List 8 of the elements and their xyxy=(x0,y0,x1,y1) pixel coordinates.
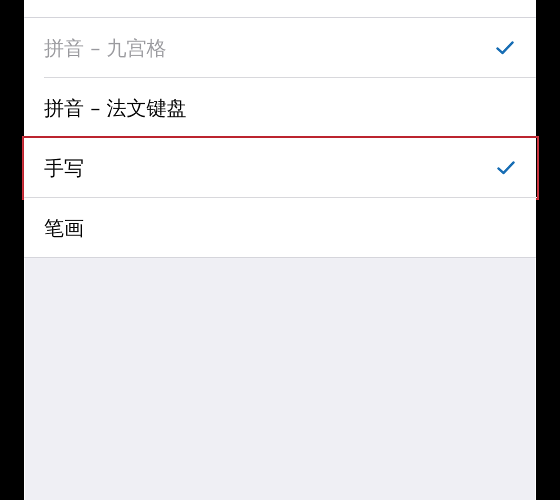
keyboard-option[interactable]: 手写 xyxy=(24,138,537,198)
keyboard-option[interactable]: 笔画 xyxy=(24,198,536,258)
checkmark-icon xyxy=(496,40,514,54)
option-label: 拼音 – 法文键盘 xyxy=(44,94,187,122)
option-label: 拼音 – 九宫格 xyxy=(44,34,167,62)
option-label: 笔画 xyxy=(44,214,84,242)
option-label: 手写 xyxy=(44,154,84,182)
checkmark-icon xyxy=(497,160,515,174)
